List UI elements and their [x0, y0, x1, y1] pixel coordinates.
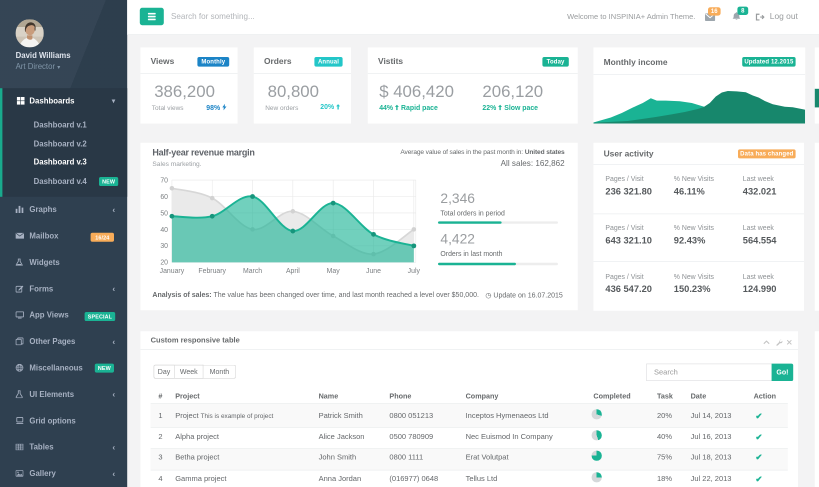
- svg-text:February: February: [198, 268, 226, 275]
- svg-text:July: July: [408, 268, 421, 275]
- svg-text:March: March: [243, 268, 262, 275]
- svg-text:40: 40: [160, 227, 168, 234]
- svg-text:May: May: [327, 268, 341, 275]
- svg-text:June: June: [366, 268, 381, 275]
- svg-text:70: 70: [160, 177, 168, 184]
- svg-text:January: January: [160, 268, 185, 275]
- svg-text:30: 30: [160, 243, 168, 250]
- svg-text:20: 20: [160, 260, 168, 267]
- svg-text:50: 50: [160, 210, 168, 217]
- svg-text:60: 60: [160, 194, 168, 201]
- svg-text:April: April: [286, 268, 300, 275]
